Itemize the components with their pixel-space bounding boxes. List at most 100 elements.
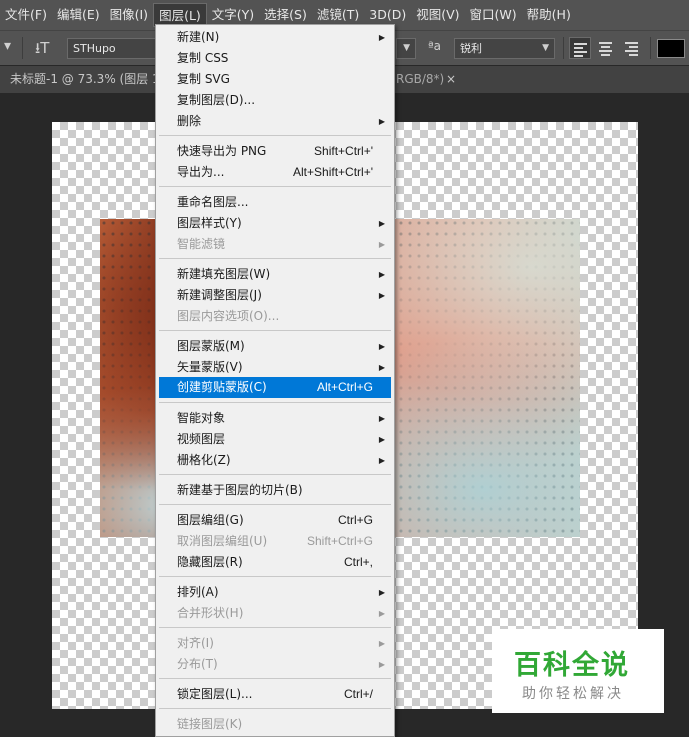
menu-item-smart-filter: 智能滤镜 ▶ xyxy=(159,234,391,255)
tab-document[interactable]: 未标题-1 @ 73.3% (图层 1 xyxy=(0,66,160,93)
menu-item-arrange[interactable]: 排列(A) ▶ xyxy=(159,582,391,603)
menu-item-rasterize[interactable]: 栅格化(Z) ▶ xyxy=(159,450,391,471)
menu-item-copy-css[interactable]: 复制 CSS xyxy=(159,48,391,69)
submenu-arrow-icon: ▶ xyxy=(378,117,385,126)
menu-item-layer-style[interactable]: 图层样式(Y) ▶ xyxy=(159,213,391,234)
submenu-arrow-icon: ▶ xyxy=(378,33,385,42)
menu-item-duplicate-layer[interactable]: 复制图层(D)... xyxy=(159,90,391,111)
chevron-down-icon: ▼ xyxy=(542,43,549,53)
menu-item-new-fill-layer[interactable]: 新建填充图层(W) ▶ xyxy=(159,264,391,285)
text-color-swatch[interactable] xyxy=(657,39,685,58)
menu-file[interactable]: 文件(F) xyxy=(0,3,52,27)
submenu-arrow-icon: ▶ xyxy=(378,414,385,423)
menu-item-label: 图层蒙版(M) xyxy=(177,339,245,353)
menu-item-distribute: 分布(T) ▶ xyxy=(159,654,391,675)
menu-item-label: 删除 xyxy=(177,114,202,128)
align-right-button[interactable] xyxy=(621,37,643,59)
menu-item-smart-object[interactable]: 智能对象 ▶ xyxy=(159,408,391,429)
font-size-select[interactable]: ▼ xyxy=(396,38,416,59)
menu-separator xyxy=(159,258,391,259)
menu-separator xyxy=(159,330,391,331)
menu-image[interactable]: 图像(I) xyxy=(105,3,153,27)
submenu-arrow-icon: ▶ xyxy=(378,291,385,300)
menu-item-label: 新建调整图层(J) xyxy=(177,288,262,302)
menu-item-label: 复制 SVG xyxy=(177,72,230,86)
menu-separator xyxy=(159,186,391,187)
menu-separator xyxy=(159,576,391,577)
chevron-down-icon: ▼ xyxy=(403,43,410,53)
separator xyxy=(650,37,651,59)
menu-item-link-layers: 链接图层(K) xyxy=(159,714,391,735)
menu-item-combine-shapes: 合并形状(H) ▶ xyxy=(159,603,391,624)
menu-item-label: 快速导出为 PNG xyxy=(177,144,267,158)
menu-item-label: 创建剪贴蒙版(C) xyxy=(177,380,267,394)
menu-item-label: 合并形状(H) xyxy=(177,606,244,620)
menu-help[interactable]: 帮助(H) xyxy=(522,3,576,27)
submenu-arrow-icon: ▶ xyxy=(378,609,385,618)
menu-item-layer-mask[interactable]: 图层蒙版(M) ▶ xyxy=(159,336,391,357)
chevron-down-icon[interactable]: ▾ xyxy=(4,38,11,54)
antialias-icon: ªa xyxy=(428,39,442,53)
menu-item-new[interactable]: 新建(N) ▶ xyxy=(159,27,391,48)
menu-item-label: 图层样式(Y) xyxy=(177,216,242,230)
menu-item-group-layers[interactable]: 图层编组(G) Ctrl+G xyxy=(159,510,391,531)
menu-item-label: 锁定图层(L)... xyxy=(177,687,253,701)
menu-item-label: 视频图层 xyxy=(177,432,226,446)
submenu-arrow-icon: ▶ xyxy=(378,342,385,351)
menu-item-label: 排列(A) xyxy=(177,585,219,599)
menu-edit[interactable]: 编辑(E) xyxy=(52,3,105,27)
align-center-button[interactable] xyxy=(595,37,617,59)
submenu-arrow-icon: ▶ xyxy=(378,435,385,444)
menu-item-label: 复制图层(D)... xyxy=(177,93,256,107)
menu-separator xyxy=(159,135,391,136)
menu-separator xyxy=(159,627,391,628)
menu-item-label: 图层编组(G) xyxy=(177,513,244,527)
menu-item-copy-svg[interactable]: 复制 SVG xyxy=(159,69,391,90)
menu-separator xyxy=(159,474,391,475)
menu-item-delete[interactable]: 删除 ▶ xyxy=(159,111,391,132)
menu-item-video-layer[interactable]: 视频图层 ▶ xyxy=(159,429,391,450)
close-icon[interactable]: × xyxy=(446,66,456,93)
menu-item-ungroup-layers: 取消图层编组(U) Shift+Ctrl+G xyxy=(159,531,391,552)
antialias-select[interactable]: 锐利 ▼ xyxy=(454,38,555,59)
submenu-arrow-icon: ▶ xyxy=(378,456,385,465)
font-family-select[interactable]: STHupo xyxy=(67,38,157,59)
menu-item-label: 新建基于图层的切片(B) xyxy=(177,483,303,497)
submenu-arrow-icon: ▶ xyxy=(378,219,385,228)
layer-menu-dropdown: 新建(N) ▶ 复制 CSS 复制 SVG 复制图层(D)... 删除 ▶ 快速导出… xyxy=(155,24,395,737)
antialias-value: 锐利 xyxy=(460,42,482,55)
menu-item-quick-export-png[interactable]: 快速导出为 PNG Shift+Ctrl+' xyxy=(159,141,391,162)
menu-item-shortcut: Shift+Ctrl+' xyxy=(314,144,373,158)
submenu-arrow-icon: ▶ xyxy=(378,660,385,669)
menu-window[interactable]: 窗口(W) xyxy=(465,3,522,27)
menu-item-lock-layers[interactable]: 锁定图层(L)... Ctrl+/ xyxy=(159,684,391,705)
menu-item-label: 对齐(I) xyxy=(177,636,214,650)
text-orientation-icon[interactable]: ⭳T xyxy=(35,38,49,63)
tab-document-mode: RGB/8*) xyxy=(396,72,445,86)
menu-separator xyxy=(159,708,391,709)
submenu-arrow-icon: ▶ xyxy=(378,270,385,279)
menu-item-label: 链接图层(K) xyxy=(177,717,243,731)
menu-item-new-adjustment-layer[interactable]: 新建调整图层(J) ▶ xyxy=(159,285,391,306)
menu-separator xyxy=(159,504,391,505)
menu-item-label: 新建(N) xyxy=(177,30,220,44)
submenu-arrow-icon: ▶ xyxy=(378,363,385,372)
menu-item-shortcut: Alt+Shift+Ctrl+' xyxy=(293,165,373,179)
menu-item-label: 取消图层编组(U) xyxy=(177,534,268,548)
menu-item-label: 智能对象 xyxy=(177,411,226,425)
menu-item-export-as[interactable]: 导出为... Alt+Shift+Ctrl+' xyxy=(159,162,391,183)
menu-item-new-layer-based-slice[interactable]: 新建基于图层的切片(B) xyxy=(159,480,391,501)
menu-item-vector-mask[interactable]: 矢量蒙版(V) ▶ xyxy=(159,357,391,378)
submenu-arrow-icon: ▶ xyxy=(378,639,385,648)
watermark-logo: 百科全说 助你轻松解决 xyxy=(492,629,664,713)
menu-separator xyxy=(159,402,391,403)
menu-item-rename-layer[interactable]: 重命名图层... xyxy=(159,192,391,213)
separator xyxy=(22,37,23,59)
menu-item-label: 分布(T) xyxy=(177,657,218,671)
menu-view[interactable]: 视图(V) xyxy=(411,3,464,27)
menu-item-hide-layers[interactable]: 隐藏图层(R) Ctrl+, xyxy=(159,552,391,573)
align-left-button[interactable] xyxy=(569,37,591,59)
separator xyxy=(563,37,564,59)
menu-item-label: 重命名图层... xyxy=(177,195,249,209)
menu-item-create-clipping-mask[interactable]: 创建剪贴蒙版(C) Alt+Ctrl+G xyxy=(159,377,391,398)
